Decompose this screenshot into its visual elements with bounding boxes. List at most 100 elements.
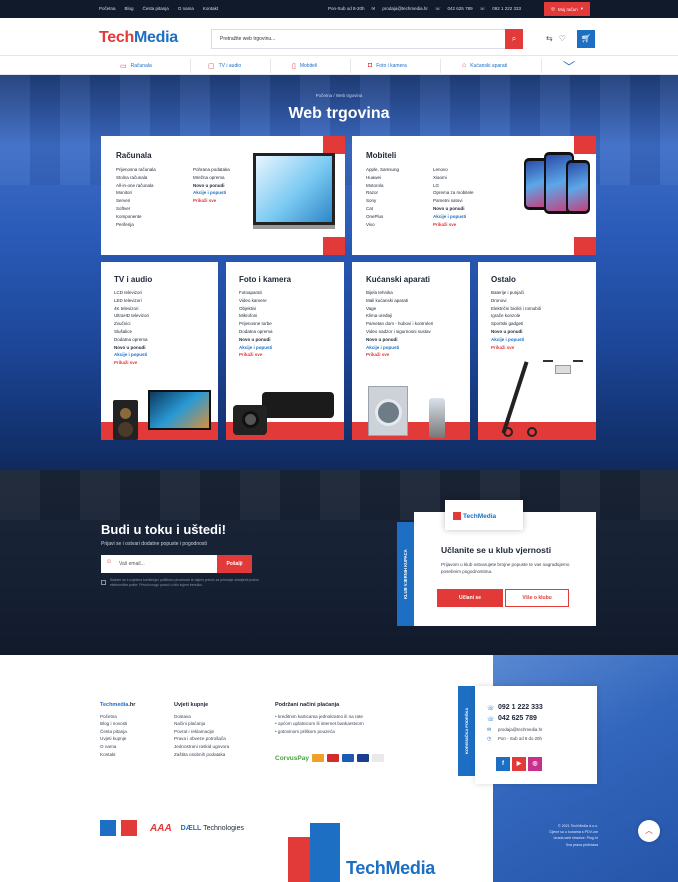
category-link[interactable]: Lenovo	[433, 166, 474, 174]
category-link[interactable]: Objektivi	[239, 305, 273, 313]
footer-link[interactable]: Prava i obveze potrošača	[174, 735, 229, 743]
show-all-link[interactable]: Prikaži sve	[114, 359, 149, 367]
catnav-racunala[interactable]: ▭ Računala	[120, 62, 152, 70]
promo-link[interactable]: Akcije i popusti	[433, 213, 474, 221]
footer-link[interactable]: Uvjeti kupnje	[100, 735, 135, 743]
category-link[interactable]: Komponente	[116, 213, 156, 221]
new-link[interactable]: Novo u ponudi	[239, 336, 273, 344]
contact-email[interactable]: prodaja@techmedia.hr	[498, 727, 543, 732]
category-link[interactable]: Motorola	[366, 182, 399, 190]
new-link[interactable]: Novo u ponudi	[193, 182, 230, 190]
show-all-link[interactable]: Prikaži sve	[491, 344, 541, 352]
new-link[interactable]: Novo u ponudi	[114, 344, 149, 352]
catnav-kucanski[interactable]: ⌂ Kućanski aparati	[462, 62, 507, 69]
footer-link[interactable]: Jednostrani raskid ugovora	[174, 743, 229, 751]
facebook-icon[interactable]: f	[496, 757, 510, 771]
category-link[interactable]: Zvučnici	[114, 320, 149, 328]
catnav-foto[interactable]: ◘ Foto i kamera	[368, 62, 407, 69]
top-phone2[interactable]: 092 1 222 333	[492, 6, 521, 12]
category-link[interactable]: Vage	[366, 305, 433, 313]
scroll-to-top-button[interactable]: ︿	[638, 820, 660, 842]
top-nav-contact[interactable]: Kontakt	[203, 6, 218, 11]
search-button[interactable]: ⌕	[505, 29, 523, 49]
promo-link[interactable]: Akcije i popusti	[193, 189, 230, 197]
category-link[interactable]: All-in-one računala	[116, 182, 156, 190]
promo-link[interactable]: Akcije i popusti	[114, 351, 149, 359]
category-link[interactable]: 4K televizori	[114, 305, 149, 313]
footer-link[interactable]: Kontakt	[100, 751, 135, 759]
top-nav-faq[interactable]: Česta pitanja	[143, 6, 169, 11]
promo-link[interactable]: Akcije i popusti	[239, 344, 273, 352]
category-link[interactable]: Vivo	[366, 221, 399, 229]
catnav-tv[interactable]: ▢ TV i audio	[208, 62, 241, 70]
new-link[interactable]: Novo u ponudi	[366, 336, 433, 344]
new-link[interactable]: Novo u ponudi	[433, 205, 474, 213]
footer-link[interactable]: Načini plaćanja	[174, 720, 229, 728]
youtube-icon[interactable]: ▶	[512, 757, 526, 771]
category-link[interactable]: Razor	[366, 189, 399, 197]
category-link[interactable]: LCD televizori	[114, 289, 149, 297]
show-all-link[interactable]: Prikaži sve	[239, 351, 273, 359]
category-link[interactable]: Dodatna oprema	[239, 328, 273, 336]
show-all-link[interactable]: Prikaži sve	[433, 221, 474, 229]
category-link[interactable]: Cat	[366, 205, 399, 213]
category-link[interactable]: Slušalice	[114, 328, 149, 336]
club-join-button[interactable]: Učlani se	[437, 589, 503, 607]
category-link[interactable]: Mikrofoni	[239, 312, 273, 320]
catnav-more[interactable]: ﹀	[563, 58, 575, 75]
newsletter-email-input[interactable]: Vaš email...	[101, 555, 217, 573]
promo-link[interactable]: Akcije i popusti	[366, 344, 433, 352]
category-link[interactable]: Baterije i punjači	[491, 289, 541, 297]
footer-link[interactable]: Povrat i reklamacije	[174, 728, 229, 736]
category-link[interactable]: Igrače konzole	[491, 312, 541, 320]
footer-link[interactable]: Dostava	[174, 713, 229, 721]
category-link[interactable]: Softver	[116, 205, 156, 213]
category-link[interactable]: Huawei	[366, 174, 399, 182]
category-link[interactable]: Periferija	[116, 221, 156, 229]
category-link[interactable]: Pametan dom - hubovi i kontroleri	[366, 320, 433, 328]
logo[interactable]: TechMedia	[99, 29, 178, 47]
category-link[interactable]: LED televizori	[114, 297, 149, 305]
category-link[interactable]: UltraHD televizori	[114, 312, 149, 320]
footer-link[interactable]: Česta pitanja	[100, 728, 135, 736]
category-link[interactable]: Pohrana podataka	[193, 166, 230, 174]
category-link[interactable]: OnePlus	[366, 213, 399, 221]
category-link[interactable]: Bijela tehnika	[366, 289, 433, 297]
contact-phone2[interactable]: 042 625 789	[498, 715, 537, 722]
show-all-link[interactable]: Prikaži sve	[366, 351, 433, 359]
category-link[interactable]: Apple, Samsung	[366, 166, 399, 174]
category-link[interactable]: Električni bicikli i romobili	[491, 305, 541, 313]
category-link[interactable]: Mali kućanski aparati	[366, 297, 433, 305]
category-link[interactable]: Fotoaparati	[239, 289, 273, 297]
category-link[interactable]: Sony	[366, 197, 399, 205]
category-link[interactable]: Stolna računala	[116, 174, 156, 182]
cart-button[interactable]: 🛒︎	[577, 30, 595, 48]
footer-link[interactable]: O nama	[100, 743, 135, 751]
category-link[interactable]: Monitori	[116, 189, 156, 197]
category-link[interactable]: Video nadzor i sigurnosni sustav	[366, 328, 433, 336]
category-link[interactable]: Oprema za mobitele	[433, 189, 474, 197]
club-more-button[interactable]: Više o klubu	[505, 589, 569, 607]
search-input[interactable]: Pretražite web trgovinu...	[211, 29, 523, 49]
account-button[interactable]: ◎ Moj račun ▾	[544, 2, 590, 16]
terms-checkbox[interactable]	[101, 580, 106, 585]
new-link[interactable]: Novo u ponudi	[491, 328, 541, 336]
top-email[interactable]: prodaja@techmedia.hr	[382, 6, 428, 12]
heart-icon[interactable]: ♡	[559, 34, 566, 43]
category-link[interactable]: LG	[433, 182, 474, 190]
category-link[interactable]: Prijenosna računala	[116, 166, 156, 174]
instagram-icon[interactable]: ◎	[528, 757, 542, 771]
top-nav-about[interactable]: O nama	[178, 6, 194, 11]
category-link[interactable]: Dodatna oprema	[114, 336, 149, 344]
category-link[interactable]: Xiaomi	[433, 174, 474, 182]
category-link[interactable]: Pametni satovi	[433, 197, 474, 205]
category-link[interactable]: Mrežna oprema	[193, 174, 230, 182]
category-link[interactable]: Sportski gadgeti	[491, 320, 541, 328]
category-link[interactable]: Video kamere	[239, 297, 273, 305]
top-nav-blog[interactable]: Blog	[125, 6, 134, 11]
category-link[interactable]: Dronovi	[491, 297, 541, 305]
promo-link[interactable]: Akcije i popusti	[491, 336, 541, 344]
footer-link[interactable]: Zaštita osobnih podataka	[174, 751, 229, 759]
footer-link[interactable]: Početna	[100, 713, 135, 721]
category-link[interactable]: Klima uređaji	[366, 312, 433, 320]
